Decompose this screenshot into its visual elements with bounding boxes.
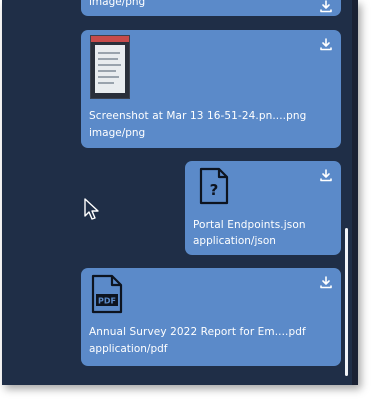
attachment-name: Portal Endpoints.json xyxy=(193,219,306,231)
scrollbar-track[interactable] xyxy=(352,0,358,385)
attachment-mime: image/png xyxy=(89,127,146,139)
attachment-mime: application/pdf xyxy=(89,343,168,355)
attachment-card-screenshot[interactable]: Screenshot at Mar 13 16-51-24.pn....png … xyxy=(81,30,341,148)
scrollbar-thumb[interactable] xyxy=(345,228,348,376)
attachment-card-top[interactable]: image/png xyxy=(81,0,341,16)
svg-text:?: ? xyxy=(210,181,219,199)
download-icon[interactable] xyxy=(319,275,333,289)
attachment-name: Annual Survey 2022 Report for Em....pdf xyxy=(89,326,306,338)
pdf-file-icon: PDF xyxy=(91,274,123,314)
attachment-card-json[interactable]: ? Portal Endpoints.json application/json xyxy=(185,161,341,255)
attachment-name: Screenshot at Mar 13 16-51-24.pn....png xyxy=(89,110,307,122)
pdf-icon-label: PDF xyxy=(98,297,116,306)
attachment-mime: image/png xyxy=(89,0,146,8)
download-icon[interactable] xyxy=(319,168,333,182)
attachment-card-pdf[interactable]: PDF Annual Survey 2022 Report for Em....… xyxy=(81,268,341,366)
unknown-file-icon: ? xyxy=(199,167,229,205)
download-icon[interactable] xyxy=(319,37,333,51)
attachment-mime: application/json xyxy=(193,235,276,247)
image-thumbnail xyxy=(90,35,130,99)
mouse-cursor-icon xyxy=(84,198,99,220)
attachments-panel: image/png Screenshot at Mar 13 16-51-24.… xyxy=(2,0,358,385)
download-icon[interactable] xyxy=(319,0,333,13)
